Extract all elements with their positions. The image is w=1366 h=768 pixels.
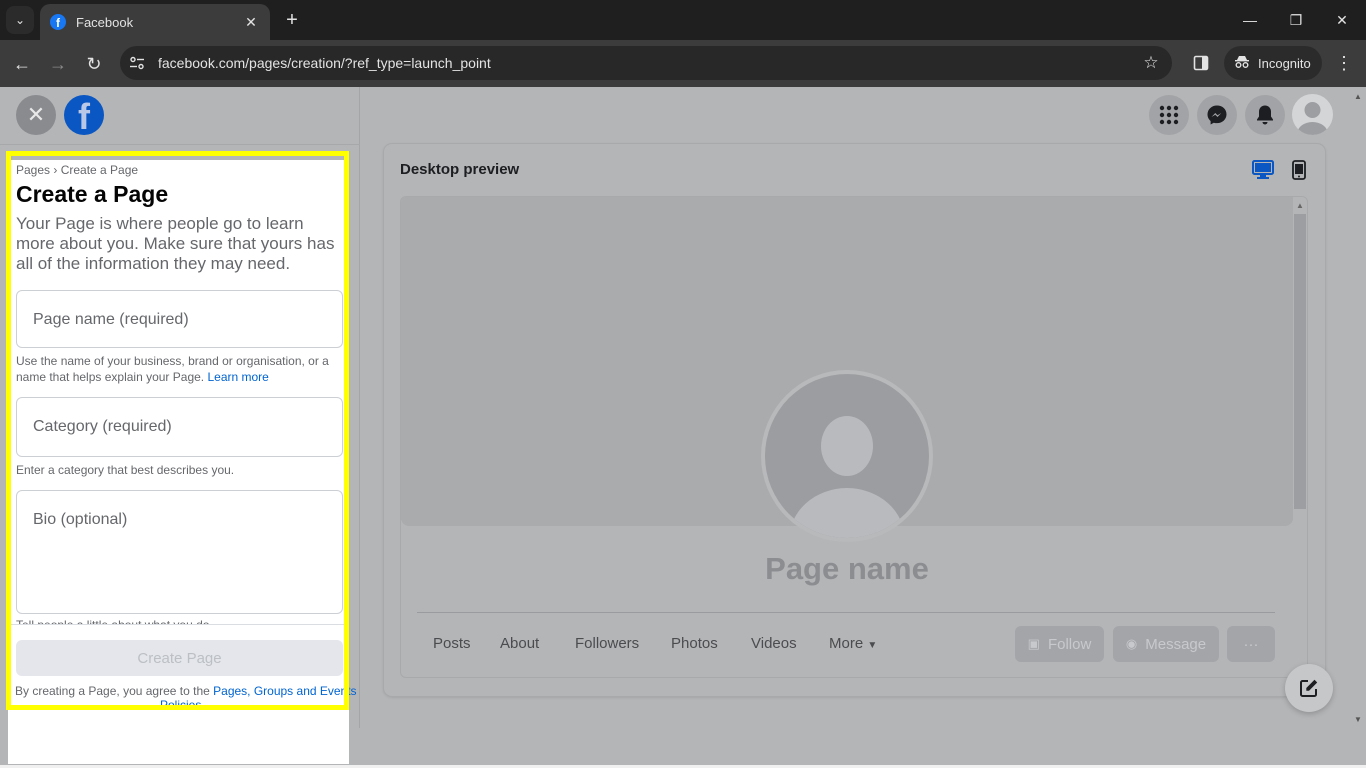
- create-page-form: Pages › Create a Page Create a Page Your…: [8, 152, 357, 728]
- notifications-button[interactable]: [1245, 95, 1285, 135]
- close-icon: ✕: [1336, 11, 1348, 28]
- create-page-button[interactable]: Create Page: [16, 640, 343, 676]
- bio-placeholder: Bio (optional): [33, 511, 128, 528]
- intro-text: Your Page is where people go to learn mo…: [16, 214, 335, 273]
- policies-link-continued[interactable]: Policies: [160, 700, 201, 706]
- page-name-help: Use the name of your business, brand or …: [16, 354, 329, 384]
- back-button[interactable]: ←: [8, 50, 36, 78]
- restore-icon: ❐: [1289, 11, 1303, 28]
- bell-icon: [1257, 105, 1273, 125]
- address-bar[interactable]: facebook.com/pages/creation/?ref_type=la…: [120, 46, 1172, 80]
- restore-button[interactable]: ❐: [1284, 8, 1308, 32]
- form-scroll-edge: [8, 152, 349, 160]
- preview-tab-about: About: [500, 635, 540, 652]
- url-text: facebook.com/pages/creation/?ref_type=la…: [158, 55, 491, 71]
- preview-divider: [417, 612, 1275, 613]
- chevron-down-icon: ⌄: [14, 13, 26, 27]
- preview-tab-followers: Followers: [575, 635, 640, 652]
- category-help: Enter a category that best describes you…: [16, 463, 235, 477]
- preview-more-button: ···: [1227, 626, 1275, 662]
- incognito-icon: [1234, 55, 1250, 72]
- category-input[interactable]: Category (required): [16, 397, 343, 457]
- create-page-panel: ✕ f Pages › Create a Page Create a Page …: [0, 87, 360, 728]
- arrow-left-icon: ←: [13, 53, 31, 74]
- more-vertical-icon: ⋮: [1335, 52, 1353, 73]
- panel-header: ✕ f: [0, 87, 360, 145]
- window-close-button[interactable]: ✕: [1330, 8, 1354, 32]
- bio-textarea[interactable]: Bio (optional): [16, 490, 343, 614]
- form-divider: [8, 624, 349, 625]
- menu-button[interactable]: [1149, 95, 1189, 135]
- user-icon: [789, 416, 905, 538]
- facebook-logo-icon[interactable]: f: [64, 95, 104, 135]
- more-horizontal-icon: ···: [1243, 635, 1259, 653]
- account-avatar[interactable]: [1292, 94, 1333, 135]
- edit-icon: [1300, 679, 1318, 697]
- breadcrumb: Pages › Create a Page: [16, 163, 139, 177]
- side-panel-button[interactable]: [1188, 50, 1214, 76]
- new-tab-button[interactable]: +: [280, 8, 304, 32]
- grid-menu-icon: [1159, 105, 1179, 125]
- page-scrollbar[interactable]: [1350, 87, 1366, 728]
- forward-button[interactable]: →: [44, 50, 72, 78]
- messenger-icon: [1207, 105, 1227, 125]
- close-panel-button[interactable]: ✕: [16, 95, 56, 135]
- scroll-up-icon[interactable]: ▲: [1350, 89, 1366, 103]
- page-name-input[interactable]: Page name (required): [16, 290, 343, 348]
- minimize-icon: —: [1243, 12, 1257, 28]
- desktop-view-toggle[interactable]: [1251, 158, 1275, 182]
- preview-tab-posts: Posts: [433, 635, 471, 652]
- reload-button[interactable]: ↻: [80, 50, 108, 78]
- preview-scroll-thumb[interactable]: [1294, 214, 1306, 509]
- desktop-icon: [1252, 160, 1274, 179]
- preview-tab-more: More ▼: [829, 635, 878, 652]
- reload-icon: ↻: [86, 53, 102, 74]
- mobile-icon: [1292, 160, 1306, 180]
- follow-icon: ▣: [1027, 636, 1040, 651]
- desktop-preview-card: Desktop preview Page name Posts About Fo…: [384, 144, 1325, 696]
- close-icon: ✕: [26, 102, 46, 127]
- learn-more-link[interactable]: Learn more: [207, 370, 268, 384]
- browser-tab[interactable]: f Facebook ✕: [40, 4, 270, 40]
- messenger-button[interactable]: [1197, 95, 1237, 135]
- preview-page-name: Page name: [765, 551, 929, 586]
- mobile-view-toggle[interactable]: [1287, 158, 1311, 182]
- bookmark-star-icon[interactable]: ☆: [1134, 46, 1168, 80]
- compose-button[interactable]: [1285, 664, 1333, 712]
- preview-title: Desktop preview: [400, 161, 520, 178]
- user-icon: [1297, 102, 1328, 135]
- site-info-icon[interactable]: [120, 46, 154, 80]
- facebook-favicon-icon: f: [50, 14, 66, 30]
- page-viewport: ✕ f Pages › Create a Page Create a Page …: [0, 87, 1366, 768]
- minimize-button[interactable]: —: [1238, 8, 1262, 32]
- plus-icon: +: [286, 8, 298, 31]
- page-name-placeholder: Page name (required): [33, 311, 189, 328]
- side-panel-icon: [1193, 55, 1209, 71]
- incognito-indicator[interactable]: Incognito: [1224, 46, 1322, 80]
- form-bottom-area: [8, 728, 349, 764]
- preview-tab-videos: Videos: [751, 635, 797, 652]
- tab-close-icon[interactable]: ✕: [242, 14, 260, 31]
- browser-menu-button[interactable]: ⋮: [1332, 50, 1356, 76]
- incognito-label: Incognito: [1258, 55, 1311, 71]
- tab-search-button[interactable]: ⌄: [6, 6, 34, 34]
- preview-tab-photos: Photos: [671, 635, 718, 652]
- profile-picture-placeholder: [765, 374, 929, 538]
- messenger-icon: ◉: [1125, 636, 1138, 651]
- preview-message-button: ◉ Message: [1113, 626, 1219, 662]
- page-title: Create a Page: [16, 181, 169, 207]
- preview-frame: Page name Posts About Followers Photos V…: [400, 196, 1308, 678]
- browser-tab-bar: ⌄ f Facebook ✕ + — ❐ ✕: [0, 0, 1366, 40]
- arrow-right-icon: →: [49, 53, 67, 74]
- preview-follow-button: ▣ Follow: [1015, 626, 1104, 662]
- tab-title: Facebook: [76, 14, 134, 30]
- terms-text: By creating a Page, you agree to the Pag…: [15, 684, 357, 698]
- category-placeholder: Category (required): [33, 418, 172, 435]
- scroll-up-icon[interactable]: ▲: [1294, 199, 1306, 211]
- scroll-down-icon[interactable]: ▼: [1350, 712, 1366, 726]
- caret-down-icon: ▼: [867, 640, 878, 651]
- policies-link[interactable]: Pages, Groups and Events: [213, 684, 356, 698]
- browser-toolbar: ← → ↻ facebook.com/pages/creation/?ref_t…: [0, 40, 1366, 87]
